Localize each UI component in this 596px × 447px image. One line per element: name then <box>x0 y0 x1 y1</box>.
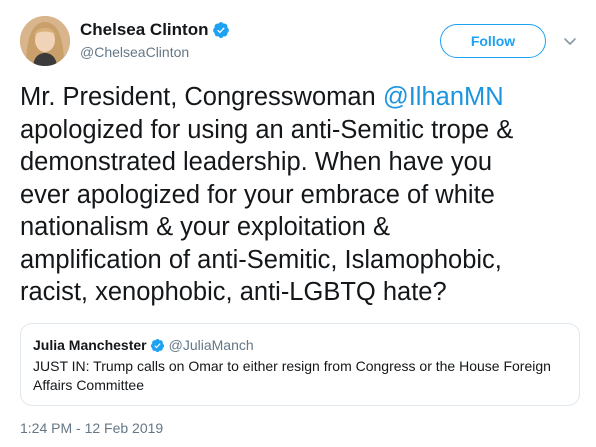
author-avatar[interactable] <box>20 16 70 66</box>
tweet-line-1: Mr. President, Congresswoman @IlhanMN <box>20 81 580 114</box>
verified-badge-icon <box>212 21 230 39</box>
author-block: Chelsea Clinton @ChelseaClinton <box>80 19 230 60</box>
quoted-tweet[interactable]: Julia Manchester @JuliaManch JUST IN: Tr… <box>20 323 580 406</box>
verified-badge-icon <box>150 338 165 353</box>
tweet-line-1-text: Mr. President, Congresswoman <box>20 83 383 111</box>
tweet-card: Chelsea Clinton @ChelseaClinton Follow M… <box>0 0 596 447</box>
author-handle[interactable]: @ChelseaClinton <box>80 44 230 60</box>
tweet-line-6: amplification of anti-Semitic, Islamopho… <box>20 245 502 274</box>
user-avatar-icon <box>20 16 70 66</box>
tweet-line-3: demonstrated leadership. When have you <box>20 148 493 176</box>
author-name[interactable]: Chelsea Clinton <box>80 20 208 40</box>
tweet-line-4: ever apologized for your embrace of whit… <box>20 180 495 209</box>
tweet-timestamp[interactable]: 1:24 PM - 12 Feb 2019 <box>20 420 163 436</box>
chevron-down-icon[interactable] <box>562 33 578 49</box>
quoted-tweet-header: Julia Manchester @JuliaManch <box>33 336 567 354</box>
quoted-tweet-text: JUST IN: Trump calls on Omar to either r… <box>33 358 551 393</box>
tweet-text: Mr. President, Congresswoman @IlhanMN ap… <box>20 81 580 309</box>
quoted-author-handle: @JuliaManch <box>168 337 254 353</box>
tweet-line-7: racist, xenophobic, anti-LGBTQ hate? <box>20 278 447 306</box>
follow-button[interactable]: Follow <box>440 24 546 58</box>
tweet-line-5: nationalism & your exploitation & <box>20 213 390 241</box>
author-name-row: Chelsea Clinton <box>80 19 230 41</box>
quoted-author-name: Julia Manchester <box>33 337 147 353</box>
tweet-line-2: apologized for using an anti-Semitic tro… <box>20 115 514 144</box>
mention-link[interactable]: @IlhanMN <box>383 83 504 111</box>
